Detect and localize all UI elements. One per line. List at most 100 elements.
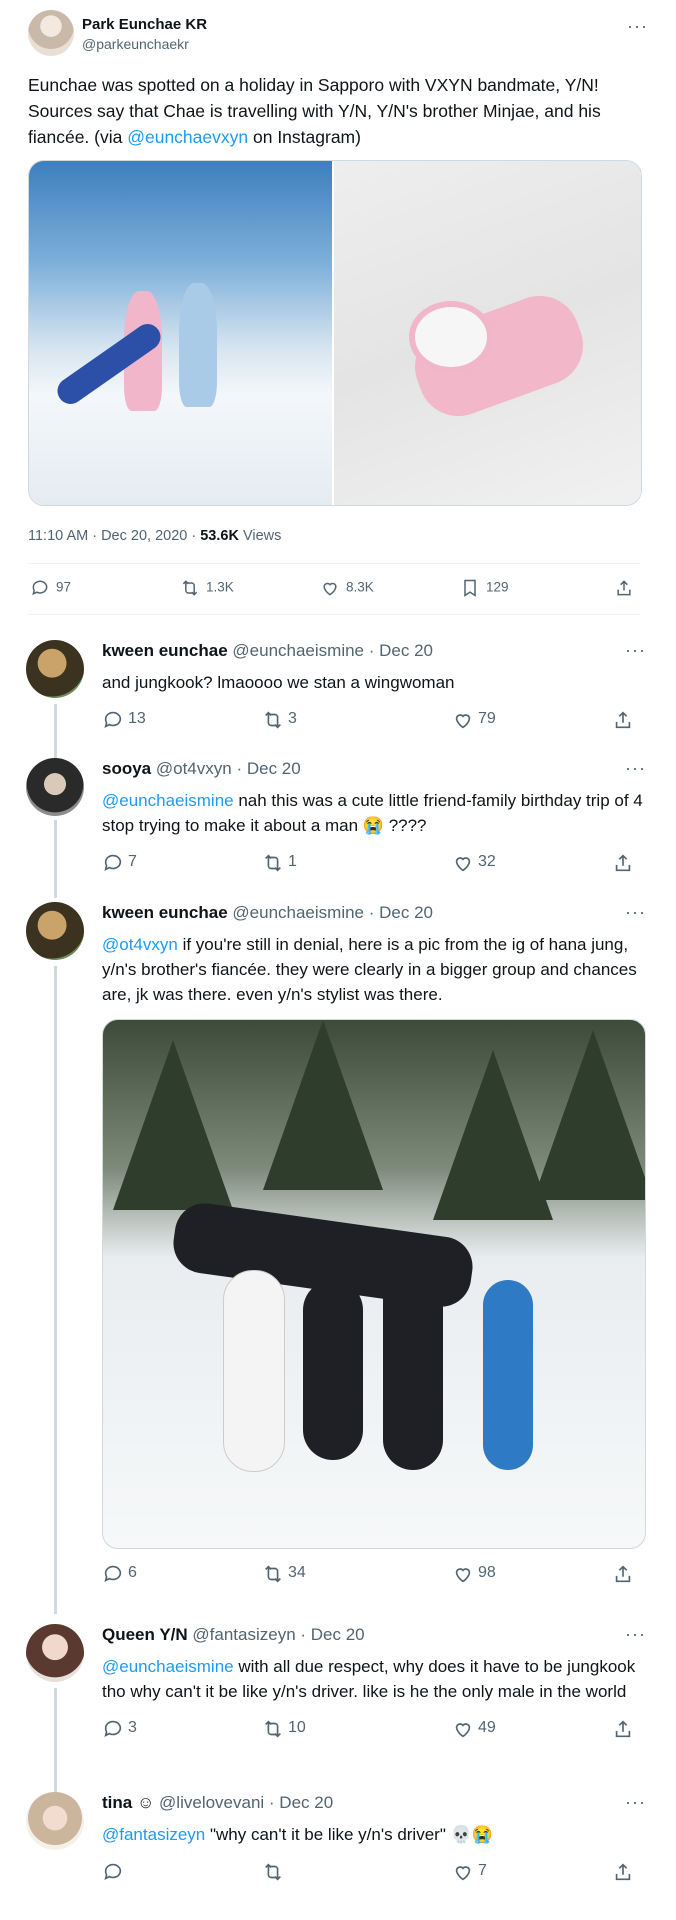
heart-icon — [452, 709, 472, 729]
share-button[interactable] — [612, 1563, 638, 1583]
more-icon[interactable]: ··· — [625, 640, 646, 661]
reply-date[interactable]: · Dec 20 — [364, 641, 433, 660]
reply-body: Queen Y/N @fantasizeyn · Dec 20 @eunchae… — [102, 1624, 647, 1742]
reply-header: Queen Y/N @fantasizeyn · Dec 20 — [102, 1624, 647, 1646]
like-button[interactable]: 79 — [452, 709, 496, 729]
avatar[interactable] — [26, 758, 84, 816]
more-icon[interactable]: ··· — [625, 1792, 646, 1813]
reply-button[interactable]: 6 — [102, 1563, 137, 1583]
reply-date[interactable]: · Dec 20 — [296, 1625, 364, 1644]
reply-button[interactable]: 13 — [102, 709, 146, 729]
share-icon — [612, 1718, 632, 1738]
like-button[interactable]: 8.3K — [320, 578, 374, 598]
avatar[interactable] — [26, 902, 84, 960]
snow-lying-photo[interactable] — [334, 161, 641, 505]
reply-count: 6 — [128, 1564, 137, 1582]
author-name[interactable]: tina ☺ — [102, 1793, 154, 1812]
more-icon[interactable]: ··· — [625, 902, 646, 923]
more-icon[interactable]: ··· — [625, 758, 646, 779]
retweet-button[interactable]: 1.3K — [180, 578, 234, 598]
author-name[interactable]: Park Eunchae KR — [82, 16, 207, 33]
retweet-button[interactable]: 3 — [262, 709, 297, 729]
reply-button[interactable]: 3 — [102, 1718, 137, 1738]
reply-text: and jungkook? lmaoooo we stan a wingwoma… — [102, 670, 647, 695]
retweet-button[interactable]: 34 — [262, 1563, 306, 1583]
author-name[interactable]: sooya — [102, 759, 151, 778]
reply-icon — [102, 1563, 122, 1583]
mention-link[interactable]: @eunchaevxyn — [127, 127, 248, 147]
author-handle[interactable]: @ot4vxyn — [156, 759, 232, 778]
author-name[interactable]: kween eunchae — [102, 641, 228, 660]
mention-link[interactable]: @eunchaeismine — [102, 1657, 234, 1676]
like-button[interactable]: 98 — [452, 1563, 496, 1583]
reply-header: kween eunchae @eunchaeismine · Dec 20 — [102, 640, 647, 662]
author-handle[interactable]: @fantasizeyn — [192, 1625, 295, 1644]
group-snow-photo[interactable] — [102, 1019, 646, 1549]
like-count: 98 — [478, 1564, 496, 1582]
mention-link[interactable]: @eunchaeismine — [102, 791, 234, 810]
like-button[interactable]: 32 — [452, 852, 496, 872]
reply-date[interactable]: · Dec 20 — [264, 1793, 333, 1812]
retweet-icon — [262, 1563, 282, 1583]
reply-button[interactable]: 7 — [102, 852, 137, 872]
tweet-meta: 11:10 AM · Dec 20, 2020 · 53.6K Views — [28, 528, 281, 544]
reply-count: 13 — [128, 710, 146, 728]
like-button[interactable]: 7 — [452, 1861, 487, 1881]
share-icon — [612, 1563, 632, 1583]
share-button[interactable] — [612, 709, 638, 729]
author-handle[interactable]: @eunchaeismine — [232, 641, 364, 660]
reply-date[interactable]: · Dec 20 — [232, 759, 300, 778]
reply-date[interactable]: · Dec 20 — [364, 903, 433, 922]
heart-icon — [452, 1563, 472, 1583]
timestamp[interactable]: 11:10 AM · Dec 20, 2020 · — [28, 528, 200, 544]
person-figure — [383, 1270, 443, 1470]
like-count: 32 — [478, 853, 496, 871]
share-button[interactable] — [614, 578, 640, 598]
reply-button[interactable] — [102, 1861, 128, 1881]
snow-mountain-photo[interactable] — [29, 161, 332, 505]
author-name[interactable]: kween eunchae — [102, 903, 228, 922]
reply-text: @eunchaeismine with all due respect, why… — [102, 1654, 647, 1704]
avatar[interactable] — [26, 1792, 84, 1850]
bookmark-button[interactable]: 129 — [460, 578, 509, 598]
author-name[interactable]: Queen Y/N — [102, 1625, 188, 1644]
retweet-count: 10 — [288, 1719, 306, 1737]
main-tweet-actions: 97 1.3K 8.3K 129 — [30, 578, 640, 600]
retweet-count: 1.3K — [206, 579, 234, 595]
reply-count: 7 — [128, 853, 137, 871]
reply-icon — [102, 709, 122, 729]
retweet-button[interactable] — [262, 1861, 288, 1881]
tweet-media[interactable] — [28, 160, 642, 506]
share-icon — [612, 709, 632, 729]
author-handle[interactable]: @livelovevani — [159, 1793, 264, 1812]
mention-link[interactable]: @fantasizeyn — [102, 1825, 205, 1844]
retweet-button[interactable]: 10 — [262, 1718, 306, 1738]
more-icon[interactable]: ··· — [625, 1624, 646, 1645]
avatar[interactable] — [28, 10, 74, 56]
like-count: 49 — [478, 1719, 496, 1737]
like-count: 8.3K — [346, 579, 374, 595]
share-button[interactable] — [612, 1861, 638, 1881]
like-button[interactable]: 49 — [452, 1718, 496, 1738]
views-label: Views — [238, 528, 282, 544]
avatar[interactable] — [26, 640, 84, 698]
share-button[interactable] — [612, 852, 638, 872]
reply-text-body: and jungkook? lmaoooo we stan a wingwoma… — [102, 673, 455, 692]
avatar[interactable] — [26, 1624, 84, 1682]
author-handle[interactable]: @eunchaeismine — [232, 903, 364, 922]
author-handle[interactable]: @parkeunchaekr — [82, 36, 189, 52]
share-button[interactable] — [612, 1718, 638, 1738]
mention-link[interactable]: @ot4vxyn — [102, 935, 178, 954]
divider — [28, 563, 640, 564]
thread-line — [54, 820, 57, 898]
retweet-button[interactable]: 1 — [262, 852, 297, 872]
thread-line — [54, 1688, 57, 1804]
retweet-icon — [262, 709, 282, 729]
reply-icon — [102, 1861, 122, 1881]
retweet-icon — [262, 1718, 282, 1738]
reply-text: @ot4vxyn if you're still in denial, here… — [102, 932, 647, 1007]
share-icon — [612, 852, 632, 872]
thread-line — [54, 704, 57, 760]
reply-button[interactable]: 97 — [30, 578, 71, 598]
more-icon[interactable]: ··· — [627, 16, 648, 37]
